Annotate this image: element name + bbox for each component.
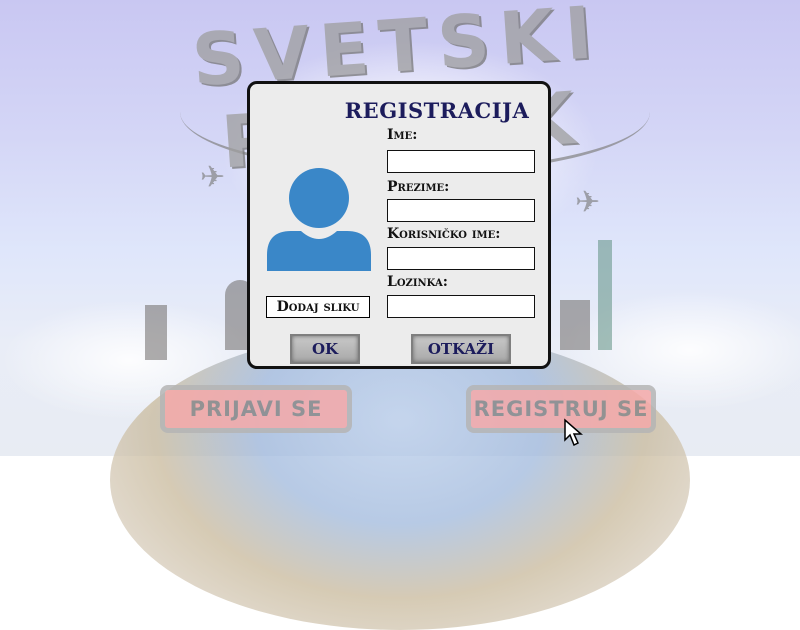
airplane-icon: ✈ (575, 185, 601, 220)
username-label: Korisničko ime: (387, 226, 501, 242)
first-name-label: Ime: (387, 127, 418, 143)
colosseum-landmark (560, 300, 590, 350)
login-button[interactable]: PRIJAVI SE (160, 385, 352, 433)
mouse-pointer-icon (564, 418, 583, 447)
globe-illustration (110, 330, 690, 630)
add-photo-button[interactable]: Dodaj sliku (266, 296, 370, 318)
user-avatar-icon (267, 168, 371, 271)
first-name-input[interactable] (387, 150, 535, 173)
username-input[interactable] (387, 247, 535, 270)
ok-button[interactable]: OK (290, 334, 360, 364)
cancel-button[interactable]: OTKAŽI (411, 334, 511, 364)
last-name-input[interactable] (387, 199, 535, 222)
registration-dialog: REGISTRACIJA Dodaj sliku Ime: Prezime: K… (247, 81, 551, 369)
statue-landmark (145, 305, 167, 360)
statue-of-liberty-landmark (598, 240, 612, 350)
register-button[interactable]: REGISTRUJ SE (466, 385, 656, 433)
dialog-title: REGISTRACIJA (344, 98, 530, 123)
last-name-label: Prezime: (387, 179, 450, 195)
airplane-icon: ✈ (200, 160, 226, 195)
password-input[interactable] (387, 295, 535, 318)
password-label: Lozinka: (387, 274, 448, 290)
